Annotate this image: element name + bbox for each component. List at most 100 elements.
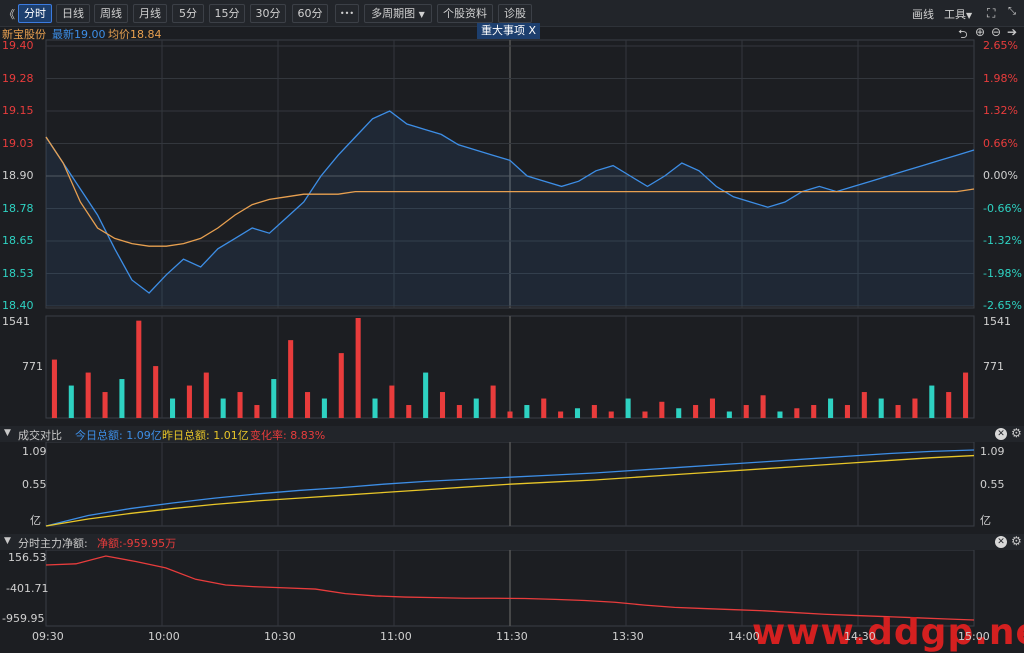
price-tick-label: 19.40 — [2, 39, 34, 52]
close-icon[interactable]: ✕ — [995, 428, 1007, 440]
pct-tick-label: 1.98% — [983, 71, 1018, 85]
volume-bar — [406, 405, 412, 418]
netflow-net: 净额:-959.95万 — [97, 537, 177, 550]
volume-bar — [456, 405, 462, 418]
price-tick-label: 19.28 — [2, 71, 34, 85]
volume-bar — [423, 372, 429, 418]
change-rate: 变化率: 8.83% — [250, 429, 326, 442]
volume-bar — [676, 408, 682, 418]
volume-bar — [220, 398, 226, 418]
volume-bar — [288, 340, 294, 418]
volume-bar — [777, 411, 783, 418]
compare-tick-label: 1.09 — [980, 445, 1005, 458]
volume-bar — [625, 398, 631, 418]
pct-tick-label: 0.66% — [983, 136, 1018, 150]
volume-bar — [51, 359, 57, 418]
gear-icon[interactable]: ⚙ — [1011, 426, 1022, 440]
volume-bar — [743, 405, 749, 418]
volume-bar — [895, 405, 901, 418]
price-tick-label: 18.40 — [2, 299, 34, 312]
volume-bar — [439, 392, 446, 418]
volume-bar — [608, 411, 614, 418]
volume-bar — [642, 411, 648, 418]
compare-tick-label: 0.55 — [980, 478, 1005, 491]
gear-icon[interactable]: ⚙ — [1011, 534, 1022, 548]
volume-bar — [929, 385, 935, 418]
volume-bar — [203, 372, 209, 418]
volume-bar — [490, 385, 496, 418]
volume-bar — [355, 318, 361, 418]
time-tick-label: 14:30 — [844, 630, 876, 643]
collapse-arrow-icon[interactable]: ▼ — [4, 536, 11, 546]
volume-bar — [878, 398, 884, 418]
price-tick-label: 18.78 — [2, 201, 34, 215]
volume-bar — [389, 385, 395, 418]
time-tick-label: 09:30 — [32, 630, 64, 643]
collapse-arrow-icon[interactable]: ▼ — [4, 428, 11, 438]
chart-canvas — [45, 39, 975, 627]
volume-bar — [828, 398, 834, 418]
volume-bar — [794, 408, 800, 418]
volume-bar — [186, 385, 192, 418]
volume-compare-title: 成交对比 — [18, 429, 62, 442]
close-icon[interactable]: ✕ — [995, 536, 1007, 548]
volume-bar — [136, 320, 142, 418]
volume-tick-label: 1541 — [2, 315, 30, 328]
today-total: 今日总额: 1.09亿 — [75, 429, 162, 442]
volume-bar — [659, 401, 665, 418]
volume-bar — [338, 353, 344, 418]
volume-bar — [254, 405, 260, 418]
price-tick-label: 19.03 — [2, 136, 34, 150]
volume-bar — [102, 392, 108, 418]
compare-tick-label: 亿 — [30, 514, 41, 527]
compare-tick-label: 0.55 — [22, 478, 47, 491]
volume-tick-label: 771 — [22, 360, 43, 373]
volume-bar — [473, 398, 479, 418]
volume-bar — [170, 398, 176, 418]
netflow-title: 分时主力净额: — [18, 537, 88, 550]
netflow-header: ▼ 分时主力净额: 净额:-959.95万 ✕ ⚙ — [0, 534, 1024, 550]
price-tick-label: 18.90 — [2, 169, 34, 182]
volume-bar — [507, 411, 513, 418]
volume-bar — [946, 392, 952, 418]
netflow-tick-label: -401.71 — [6, 582, 49, 595]
volume-bar — [591, 405, 597, 418]
pct-tick-label: 2.65% — [983, 39, 1018, 52]
time-tick-label: 14:00 — [728, 630, 760, 643]
volume-bar — [912, 398, 918, 418]
volume-bar — [524, 405, 530, 418]
volume-tick-label: 771 — [983, 360, 1004, 373]
volume-bar — [271, 379, 277, 418]
time-tick-label: 10:30 — [264, 630, 296, 643]
volume-bar — [558, 411, 564, 418]
netflow-tick-label: 156.53 — [8, 551, 47, 564]
volume-bar — [693, 405, 699, 418]
volume-bar — [861, 392, 867, 418]
pct-tick-label: 1.32% — [983, 104, 1018, 117]
netflow-tick-label: -959.95 — [2, 612, 45, 625]
volume-bar — [68, 385, 74, 418]
yesterday-total: 昨日总额: 1.01亿 — [162, 429, 249, 442]
pct-tick-label: -2.65% — [983, 299, 1022, 312]
volume-bar — [844, 405, 850, 418]
price-tick-label: 18.65 — [2, 234, 34, 247]
pct-tick-label: -1.98% — [983, 266, 1022, 280]
volume-bar — [963, 372, 969, 418]
volume-tick-label: 1541 — [983, 315, 1011, 328]
pct-tick-label: -1.32% — [983, 234, 1022, 247]
volume-bar — [321, 398, 327, 418]
volume-bar — [709, 398, 716, 418]
volume-bar — [760, 395, 766, 418]
volume-bar — [811, 405, 817, 418]
volume-bar — [304, 392, 311, 418]
volume-bar — [372, 398, 378, 418]
price-tick-label: 18.53 — [2, 266, 34, 280]
time-tick-label: 11:00 — [380, 630, 412, 643]
compare-tick-label: 1.09 — [22, 445, 47, 458]
time-tick-label: 10:00 — [148, 630, 180, 643]
volume-bar — [237, 392, 243, 418]
volume-bar — [85, 372, 91, 418]
volume-bar — [574, 408, 581, 418]
volume-compare-header: ▼ 成交对比 今日总额: 1.09亿 昨日总额: 1.01亿 变化率: 8.83… — [0, 426, 1024, 442]
volume-bar — [726, 411, 732, 418]
